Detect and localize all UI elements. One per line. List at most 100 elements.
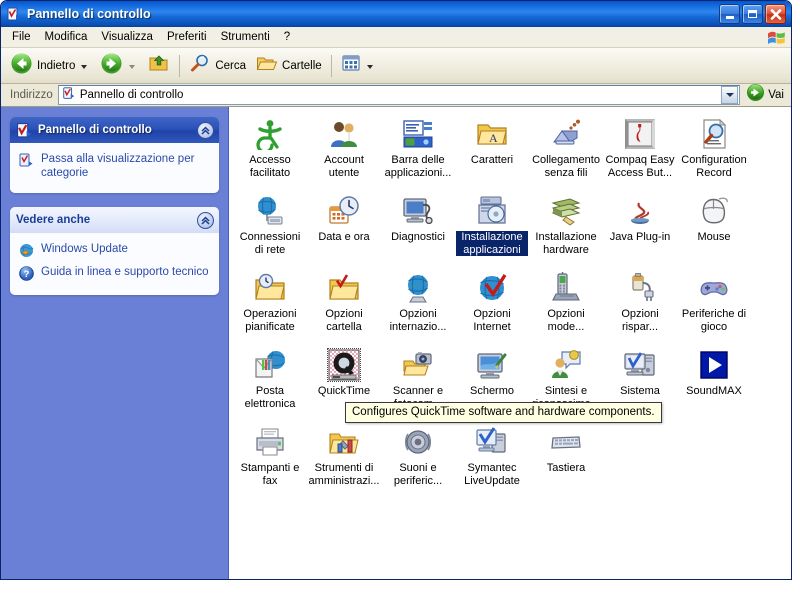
control-panel-item-label: Installazione hardware <box>535 231 597 256</box>
control-panel-item-label: Mouse <box>697 231 731 243</box>
control-panel-item-label: Collegamento senza fili <box>532 154 600 179</box>
control-panel-item[interactable]: Account utente <box>307 113 381 190</box>
back-button[interactable]: Indietro <box>5 51 95 81</box>
menu-file[interactable]: File <box>5 29 38 46</box>
minimize-button[interactable] <box>719 4 740 24</box>
folder-options-icon <box>328 272 360 304</box>
folder-open-icon <box>256 53 278 78</box>
go-button[interactable]: Vai <box>740 83 788 107</box>
control-panel-window: Pannello di controllo File Modifica Visu… <box>0 0 792 580</box>
back-dropdown-icon[interactable] <box>81 64 88 69</box>
views-dropdown-icon[interactable] <box>366 64 373 69</box>
control-panel-item[interactable]: Diagnostici <box>381 190 455 267</box>
control-panel-item-label: Configuration Record <box>681 154 747 179</box>
control-panel-item[interactable]: Suoni e periferic... <box>381 421 455 498</box>
control-panel-item[interactable]: Barra delle applicazioni... <box>381 113 455 190</box>
menu-tools[interactable]: Strumenti <box>214 29 277 46</box>
control-panel-item-label: SoundMAX <box>686 385 742 397</box>
control-panel-item[interactable]: Installazione applicazioni <box>455 190 529 267</box>
control-panel-item[interactable]: Accesso facilitato <box>233 113 307 190</box>
control-panel-icon <box>6 6 22 22</box>
panel-body: Windows Update ? Guida in linea e suppor… <box>10 233 219 295</box>
control-panel-item-label: Java Plug-in <box>609 231 671 243</box>
control-panel-item-label: Barra delle applicazioni... <box>384 154 452 179</box>
control-panel-item[interactable]: Opzioni internazio... <box>381 267 455 344</box>
control-panel-item[interactable]: Stampanti e fax <box>233 421 307 498</box>
panel-title: Vedere anche <box>16 214 91 226</box>
search-button[interactable]: Cerca <box>184 51 251 81</box>
address-input[interactable]: Pannello di controllo <box>57 85 741 105</box>
chevron-up-icon[interactable] <box>197 211 214 229</box>
control-panel-item[interactable]: Configuration Record <box>677 113 751 190</box>
taskbar-icon <box>402 118 434 150</box>
window-controls <box>719 4 788 24</box>
control-panel-item[interactable]: A Caratteri <box>455 113 529 190</box>
control-panel-item-label: Accesso facilitato <box>249 154 291 179</box>
folders-button-label: Cartelle <box>282 59 322 72</box>
panel-control-panel: Pannello di controllo Passa alla visuali… <box>10 117 219 193</box>
up-button[interactable] <box>143 51 175 81</box>
control-panel-item[interactable]: Java Plug-in <box>603 190 677 267</box>
control-panel-item[interactable]: Compaq Easy Access But... <box>603 113 677 190</box>
svg-text:?: ? <box>24 269 30 280</box>
folders-button[interactable]: Cartelle <box>251 51 327 81</box>
forward-button[interactable] <box>95 51 143 81</box>
control-panel-icon <box>16 122 33 139</box>
date-time-icon <box>328 195 360 227</box>
control-panel-item-label: Opzioni mode... <box>547 308 585 333</box>
chevron-up-icon[interactable] <box>197 121 214 139</box>
control-panel-item[interactable]: Operazioni pianificate <box>233 267 307 344</box>
control-panel-item[interactable]: Installazione hardware <box>529 190 603 267</box>
control-panel-item[interactable]: Symantec LiveUpdate <box>455 421 529 498</box>
menu-edit[interactable]: Modifica <box>38 29 95 46</box>
control-panel-item[interactable]: SoundMAX <box>677 344 751 421</box>
game-controllers-icon <box>698 272 730 304</box>
toolbar-separator-2 <box>330 54 332 77</box>
link-switch-to-category-view[interactable]: Passa alla visualizzazione per categorie <box>18 150 211 184</box>
control-panel-item-label: Symantec LiveUpdate <box>464 462 520 487</box>
close-button[interactable] <box>765 4 786 24</box>
control-panel-item[interactable]: Opzioni Internet <box>455 267 529 344</box>
forward-dropdown-icon[interactable] <box>129 64 136 69</box>
control-panel-item[interactable]: Periferiche di gioco <box>677 267 751 344</box>
control-panel-item[interactable]: Mouse <box>677 190 751 267</box>
views-button[interactable] <box>336 51 381 81</box>
control-panel-item-label: Opzioni rispar... <box>621 308 659 333</box>
control-panel-item[interactable]: Opzioni rispar... <box>603 267 677 344</box>
quicktime-icon <box>327 348 361 382</box>
control-panel-item[interactable]: Posta elettronica <box>233 344 307 421</box>
control-panel-item[interactable]: Strumenti di amministrazi... <box>307 421 381 498</box>
link-help-and-support[interactable]: ? Guida in linea e supporto tecnico <box>18 263 211 286</box>
magnifier-icon <box>189 53 211 78</box>
toolbar-separator <box>179 54 181 77</box>
compaq-easy-access-icon <box>624 118 656 150</box>
title-bar: Pannello di controllo <box>1 1 791 27</box>
control-panel-item[interactable]: Opzioni mode... <box>529 267 603 344</box>
menu-view[interactable]: Visualizza <box>94 29 160 46</box>
forward-arrow-icon <box>100 52 123 80</box>
icon-grid: Accesso facilitato Account utente Barra … <box>233 113 791 498</box>
link-windows-update[interactable]: Windows Update <box>18 240 211 263</box>
control-panel-item-label: Diagnostici <box>391 231 445 243</box>
control-panel-items-view[interactable]: Accesso facilitato Account utente Barra … <box>229 107 791 579</box>
control-panel-item[interactable]: Tastiera <box>529 421 603 498</box>
control-panel-item[interactable]: Collegamento senza fili <box>529 113 603 190</box>
window-title: Pannello di controllo <box>27 7 151 21</box>
maximize-button[interactable] <box>742 4 763 24</box>
control-panel-item[interactable]: Opzioni cartella <box>307 267 381 344</box>
control-panel-item-label: Periferiche di gioco <box>681 308 747 333</box>
panel-header: Pannello di controllo <box>10 117 219 143</box>
control-panel-item-label: Opzioni Internet <box>473 308 511 333</box>
chevron-down-icon[interactable] <box>721 86 739 104</box>
link-label: Guida in linea e supporto tecnico <box>41 266 209 278</box>
accessibility-icon <box>254 118 286 150</box>
control-panel-item-label: Posta elettronica <box>244 385 296 410</box>
menu-favorites[interactable]: Preferiti <box>160 29 214 46</box>
control-panel-item-label: Account utente <box>324 154 364 179</box>
administrative-tools-icon <box>328 426 360 458</box>
menu-help[interactable]: ? <box>277 29 297 46</box>
address-label: Indirizzo <box>10 89 53 101</box>
control-panel-item[interactable]: Data e ora <box>307 190 381 267</box>
help-question-icon: ? <box>18 265 35 282</box>
control-panel-item[interactable]: Connessioni di rete <box>233 190 307 267</box>
